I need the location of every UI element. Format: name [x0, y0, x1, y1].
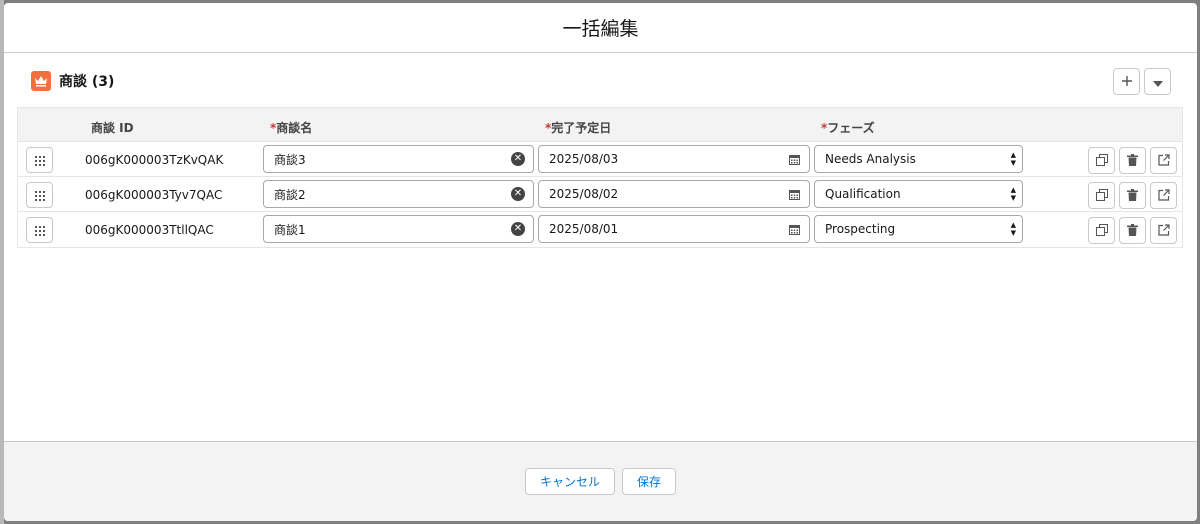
calendar-icon[interactable]	[789, 224, 800, 238]
select-arrows-icon: ▲ ▼	[1010, 221, 1016, 237]
name-input[interactable]: 商談3 ✕	[263, 145, 534, 173]
column-header-name-label: 商談名	[276, 121, 313, 135]
row-drag-handle[interactable]	[26, 217, 53, 243]
card-actions	[1113, 68, 1171, 95]
more-actions-button[interactable]	[1144, 68, 1171, 95]
stage-select-value: Prospecting	[825, 222, 896, 236]
delete-row-button[interactable]	[1119, 182, 1146, 209]
table-header: 商談 ID *商談名 *完了予定日 *フェーズ	[18, 108, 1182, 142]
stage-select[interactable]: Qualification ▲ ▼	[814, 180, 1023, 208]
card-title: 商談 (3)	[59, 74, 115, 90]
grip-icon	[34, 151, 45, 170]
close-date-input[interactable]: 2025/08/01	[538, 215, 810, 243]
row-actions	[1088, 182, 1177, 209]
record-id: 006gK000003Tyv7QAC	[85, 188, 223, 202]
bulk-edit-table: 商談 ID *商談名 *完了予定日 *フェーズ 006gK000003TzKvQ…	[17, 107, 1183, 248]
clone-row-button[interactable]	[1088, 147, 1115, 174]
modal-header: 一括編集	[4, 3, 1197, 53]
save-button[interactable]: 保存	[622, 468, 677, 495]
modal-title: 一括編集	[562, 18, 639, 40]
stage-select[interactable]: Needs Analysis ▲ ▼	[814, 145, 1023, 173]
column-header-stage: *フェーズ	[821, 119, 875, 136]
caret-down-icon	[1152, 72, 1163, 91]
row-actions	[1088, 217, 1177, 244]
crown-icon	[31, 71, 51, 91]
name-input-value: 商談3	[274, 152, 306, 167]
cancel-button[interactable]: キャンセル	[524, 468, 615, 495]
calendar-icon[interactable]	[789, 189, 800, 203]
open-external-icon	[1157, 221, 1170, 240]
table-row: 006gK000003Tyv7QAC 商談2 ✕ 2025/08/02 Qual…	[18, 177, 1182, 212]
column-header-close-date: *完了予定日	[545, 119, 611, 136]
clear-icon[interactable]: ✕	[511, 152, 525, 166]
clone-icon	[1095, 151, 1108, 170]
calendar-icon[interactable]	[789, 154, 800, 168]
grip-icon	[34, 221, 45, 240]
clear-icon[interactable]: ✕	[511, 222, 525, 236]
close-date-input[interactable]: 2025/08/03	[538, 145, 810, 173]
open-record-button[interactable]	[1150, 217, 1177, 244]
delete-icon	[1127, 221, 1138, 240]
delete-icon	[1127, 186, 1138, 205]
clear-icon[interactable]: ✕	[511, 187, 525, 201]
name-input[interactable]: 商談2 ✕	[263, 180, 534, 208]
row-drag-handle[interactable]	[26, 147, 53, 173]
column-header-stage-label: フェーズ	[827, 121, 875, 135]
open-record-button[interactable]	[1150, 147, 1177, 174]
card-header: 商談 (3)	[31, 71, 114, 91]
name-input[interactable]: 商談1 ✕	[263, 215, 534, 243]
stage-select-value: Qualification	[825, 187, 901, 201]
close-date-value: 2025/08/01	[549, 222, 619, 236]
clone-row-button[interactable]	[1088, 217, 1115, 244]
row-actions	[1088, 147, 1177, 174]
column-header-id: 商談 ID	[91, 121, 134, 135]
grip-icon	[34, 186, 45, 205]
add-row-button[interactable]	[1113, 68, 1140, 95]
record-id: 006gK000003TzKvQAK	[85, 153, 224, 167]
stage-select[interactable]: Prospecting ▲ ▼	[814, 215, 1023, 243]
stage-select-value: Needs Analysis	[825, 152, 916, 166]
name-input-value: 商談1	[274, 222, 306, 237]
close-date-value: 2025/08/02	[549, 187, 619, 201]
modal-footer: キャンセル 保存	[4, 441, 1197, 521]
name-input-value: 商談2	[274, 187, 306, 202]
bulk-edit-modal: 一括編集 商談 (3) 商談 ID *商談名 *完了予定日 *フェーズ 006g…	[4, 3, 1197, 521]
open-external-icon	[1157, 186, 1170, 205]
table-row: 006gK000003TzKvQAK 商談3 ✕ 2025/08/03 Need…	[18, 142, 1182, 177]
delete-row-button[interactable]	[1119, 217, 1146, 244]
clone-icon	[1095, 186, 1108, 205]
delete-icon	[1127, 151, 1138, 170]
select-arrows-icon: ▲ ▼	[1010, 151, 1016, 167]
clone-row-button[interactable]	[1088, 182, 1115, 209]
modal-body: 商談 (3) 商談 ID *商談名 *完了予定日 *フェーズ 006gK0000…	[4, 54, 1197, 442]
column-header-close-date-label: 完了予定日	[551, 121, 612, 135]
column-header-name: *商談名	[270, 119, 312, 136]
clone-icon	[1095, 221, 1108, 240]
table-row: 006gK000003TtllQAC 商談1 ✕ 2025/08/01 Pros…	[18, 212, 1182, 247]
open-record-button[interactable]	[1150, 182, 1177, 209]
close-date-input[interactable]: 2025/08/02	[538, 180, 810, 208]
delete-row-button[interactable]	[1119, 147, 1146, 174]
select-arrows-icon: ▲ ▼	[1010, 186, 1016, 202]
row-drag-handle[interactable]	[26, 182, 53, 208]
open-external-icon	[1157, 151, 1170, 170]
plus-icon	[1121, 72, 1133, 91]
record-id: 006gK000003TtllQAC	[85, 223, 214, 237]
close-date-value: 2025/08/03	[549, 152, 619, 166]
